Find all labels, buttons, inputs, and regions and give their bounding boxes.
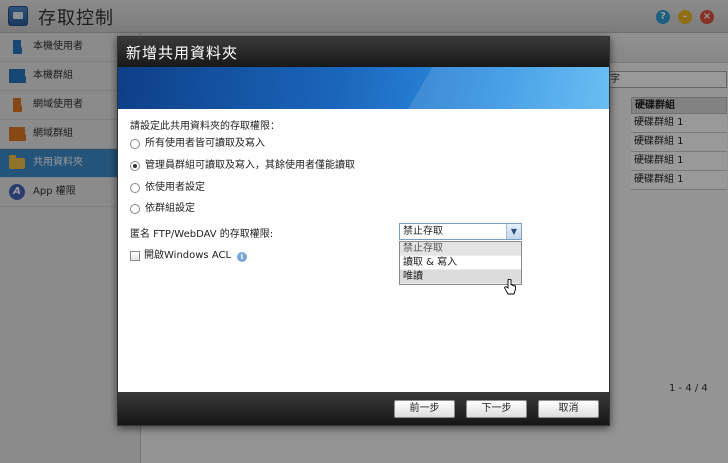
permission-prompt: 請設定此共用資料夾的存取權限：: [130, 121, 280, 132]
radio-button[interactable]: [130, 183, 140, 193]
create-shared-folder-dialog: 新增共用資料夾 請設定此共用資料夾的存取權限： 所有使用者皆可讀取及寫入 管理員…: [117, 36, 610, 426]
next-button[interactable]: 下一步: [466, 400, 527, 418]
hand-cursor-icon: [504, 279, 516, 295]
radio-label: 依使用者設定: [145, 182, 205, 193]
radio-label: 管理員群組可讀取及寫入，其餘使用者僅能讀取: [145, 160, 355, 171]
dialog-footer: 前一步 下一步 取消: [118, 392, 609, 425]
select-value: 禁止存取: [403, 226, 443, 237]
dialog-body: 請設定此共用資料夾的存取權限： 所有使用者皆可讀取及寫入 管理員群組可讀取及寫入…: [118, 109, 609, 392]
cancel-button[interactable]: 取消: [538, 400, 599, 418]
radio-label: 所有使用者皆可讀取及寫入: [145, 138, 265, 149]
info-icon[interactable]: i: [237, 252, 247, 262]
dialog-banner: [118, 67, 609, 109]
dialog-title: 新增共用資料夾: [126, 44, 239, 62]
windows-acl-label: 開啟Windows ACL: [144, 250, 232, 261]
radio-button[interactable]: [130, 204, 140, 214]
radio-button-checked[interactable]: [130, 161, 140, 171]
dropdown-option-no-access[interactable]: 禁止存取: [400, 242, 521, 256]
dialog-header: 新增共用資料夾: [118, 37, 609, 67]
ftp-webdav-permission-label: 匿名 FTP/WebDAV 的存取權限:: [130, 229, 274, 240]
windows-acl-checkbox[interactable]: [130, 251, 140, 261]
dropdown-option-read-write[interactable]: 讀取 & 寫入: [400, 256, 521, 270]
radio-button[interactable]: [130, 139, 140, 149]
previous-button[interactable]: 前一步: [394, 400, 455, 418]
chevron-down-icon[interactable]: ▼: [506, 224, 521, 239]
ftp-permission-select[interactable]: 禁止存取 ▼: [399, 223, 522, 240]
radio-label: 依群組設定: [145, 203, 195, 214]
